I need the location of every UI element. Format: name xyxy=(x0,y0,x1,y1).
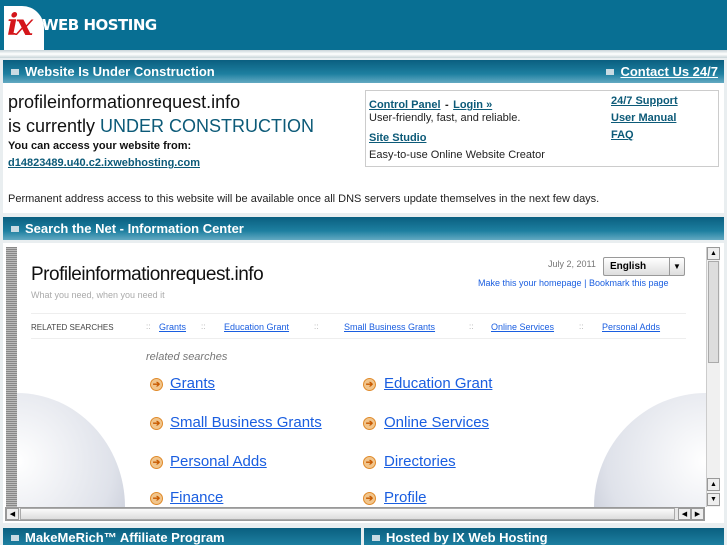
alt-url-link[interactable]: d14823489.u40.c2.ixwebhosting.com xyxy=(8,157,200,169)
scroll-left-icon[interactable]: ◀ xyxy=(678,508,691,520)
site-studio-link[interactable]: Site Studio xyxy=(369,132,426,144)
bullet-icon xyxy=(11,226,19,232)
links-box: Control Panel - Login » User-friendly, f… xyxy=(365,90,719,167)
hosted-bar: Hosted by IX Web Hosting xyxy=(364,528,724,545)
scroll-right-icon[interactable]: ▶ xyxy=(691,508,704,520)
frame-tagline: What you need, when you need it xyxy=(31,290,165,300)
related-label: RELATED SEARCHES xyxy=(31,323,114,332)
dash: - xyxy=(444,99,449,111)
frame-top-links: Make this your homepage | Bookmark this … xyxy=(478,278,668,288)
result-link[interactable]: Finance xyxy=(170,489,223,506)
related-link[interactable]: Personal Adds xyxy=(602,322,660,332)
bullet-icon xyxy=(606,69,615,75)
result-link[interactable]: Directories xyxy=(384,453,456,470)
divider xyxy=(0,50,727,58)
related-link[interactable]: Education Grant xyxy=(224,322,289,332)
cp-desc: User-friendly, fast, and reliable. xyxy=(369,112,521,124)
arrow-right-icon: ➔ xyxy=(363,456,376,469)
arrow-right-icon: ➔ xyxy=(363,378,376,391)
status-line: is currently UNDER CONSTRUCTION xyxy=(8,116,314,137)
arrow-right-icon: ➔ xyxy=(150,417,163,430)
scroll-down-icon[interactable]: ▼ xyxy=(707,493,720,506)
result-link[interactable]: Profile xyxy=(384,489,427,506)
faq-link[interactable]: FAQ xyxy=(611,129,634,141)
affiliate-bar: MakeMeRich™ Affiliate Program xyxy=(3,528,361,545)
domain-name: profileinformationrequest.info xyxy=(8,92,241,112)
related-heading: related searches xyxy=(146,351,228,363)
contact-link[interactable]: Contact Us 24/7 xyxy=(620,64,718,79)
chevron-down-icon: ▼ xyxy=(669,258,684,275)
support-link[interactable]: 24/7 Support xyxy=(611,95,678,107)
bookmark-link[interactable]: Bookmark this page xyxy=(589,278,669,288)
frame-title: Profileinformationrequest.info xyxy=(31,264,264,285)
result-link[interactable]: Grants xyxy=(170,375,215,392)
section-title: Website Is Under Construction xyxy=(25,64,215,79)
hosted-title: Hosted by IX Web Hosting xyxy=(386,530,548,545)
result-link[interactable]: Online Services xyxy=(384,414,489,431)
section-title: Search the Net - Information Center xyxy=(25,221,244,236)
arrow-right-icon: ➔ xyxy=(363,492,376,505)
arrow-right-icon: ➔ xyxy=(150,378,163,391)
arrow-right-icon: ➔ xyxy=(363,417,376,430)
separator: :: xyxy=(314,322,319,331)
separator: :: xyxy=(469,322,474,331)
status-prefix: is currently xyxy=(8,116,96,136)
language-value: English xyxy=(610,261,647,272)
related-link[interactable]: Small Business Grants xyxy=(344,322,435,332)
separator: :: xyxy=(146,322,151,331)
control-panel-link[interactable]: Control Panel xyxy=(369,99,441,111)
horizontal-scrollbar[interactable]: ◀ ◀ ▶ xyxy=(5,507,705,521)
logo-mark: ix xyxy=(7,8,33,43)
language-select[interactable]: English ▼ xyxy=(603,257,685,276)
scroll-up-icon[interactable]: ▲ xyxy=(707,247,720,260)
arrow-right-icon: ➔ xyxy=(150,492,163,505)
access-label: You can access your website from: xyxy=(8,140,192,152)
related-searches-bar: RELATED SEARCHES :: Grants :: Education … xyxy=(31,313,686,339)
construction-bar: Website Is Under Construction Contact Us… xyxy=(3,60,724,83)
login-link[interactable]: Login » xyxy=(453,99,492,111)
homepage-link[interactable]: Make this your homepage xyxy=(478,278,582,288)
bullet-icon xyxy=(11,69,19,75)
frame-gutter xyxy=(6,247,17,507)
affiliate-title: MakeMeRich™ Affiliate Program xyxy=(25,530,225,545)
scroll-up-icon[interactable]: ▲ xyxy=(707,478,720,491)
result-link[interactable]: Education Grant xyxy=(384,375,492,392)
scroll-left-icon[interactable]: ◀ xyxy=(6,508,19,520)
search-bar: Search the Net - Information Center xyxy=(3,217,724,240)
scroll-thumb[interactable] xyxy=(708,261,719,363)
related-link[interactable]: Grants xyxy=(159,322,186,332)
status-text: UNDER CONSTRUCTION xyxy=(100,116,315,136)
divider: | xyxy=(584,278,587,288)
brand-name: WEB HOSTING xyxy=(42,16,157,34)
related-link[interactable]: Online Services xyxy=(491,322,554,332)
bullet-icon xyxy=(372,535,380,541)
permanent-note: Permanent address access to this website… xyxy=(8,193,600,205)
arrow-right-icon: ➔ xyxy=(150,456,163,469)
vertical-scrollbar[interactable]: ▲ ▲ ▼ xyxy=(706,247,720,507)
bullet-icon xyxy=(11,535,19,541)
result-link[interactable]: Small Business Grants xyxy=(170,414,322,431)
date: July 2, 2011 xyxy=(548,259,596,269)
manual-link[interactable]: User Manual xyxy=(611,112,676,124)
scroll-thumb[interactable] xyxy=(20,508,675,520)
ss-desc: Easy-to-use Online Website Creator xyxy=(369,149,545,161)
separator: :: xyxy=(579,322,584,331)
result-link[interactable]: Personal Adds xyxy=(170,453,267,470)
ix-logo[interactable]: ix xyxy=(4,6,44,50)
separator: :: xyxy=(201,322,206,331)
